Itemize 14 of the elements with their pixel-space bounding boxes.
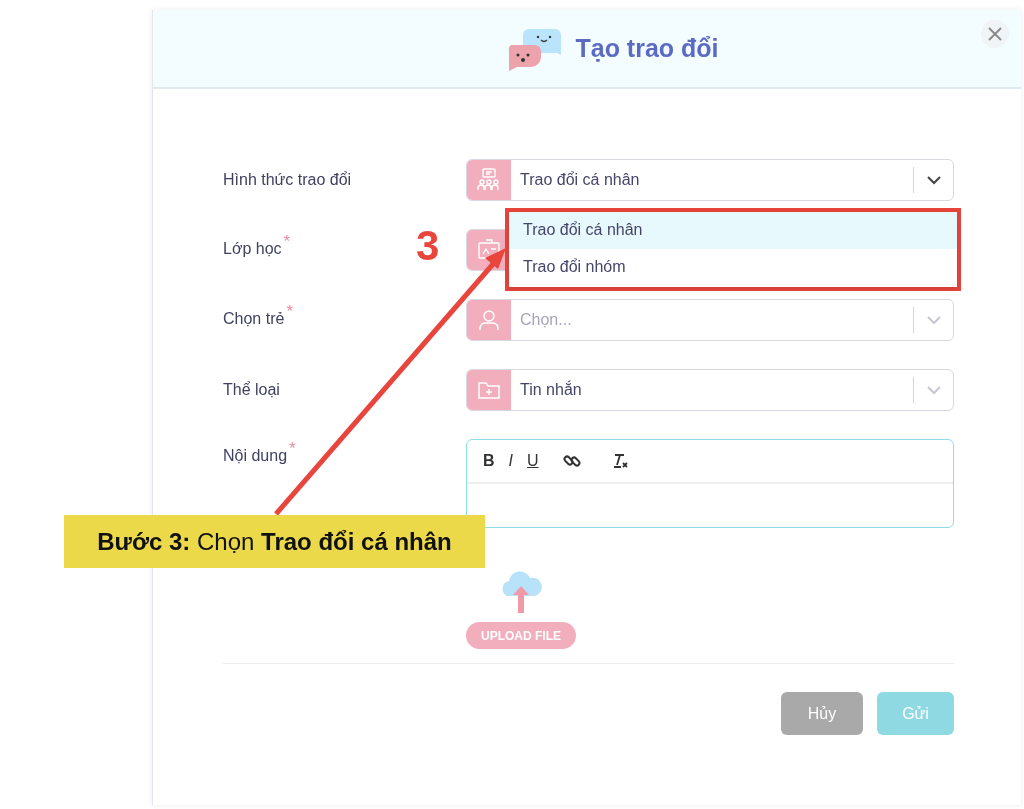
dialog-title: Tạo trao đổi [575,34,719,63]
required-mark: * [289,439,296,459]
field-label: Thể loại [223,381,280,399]
select-placeholder: Chọn... [519,311,573,329]
required-mark: * [283,232,291,252]
field-label: Hình thức trao đổi [223,171,352,189]
step-number: 3 [416,222,440,270]
field-label: Nội dung [223,447,288,465]
select-value: Trao đổi cá nhân [519,171,641,189]
select-value: Tin nhắn [519,381,583,399]
field-label: Lớp học [223,240,282,258]
callout-text: Bước 3: Chọn Trao đổi cá nhân [64,515,485,568]
field-label: Chọn trẻ [223,310,285,328]
required-mark: * [286,302,293,322]
